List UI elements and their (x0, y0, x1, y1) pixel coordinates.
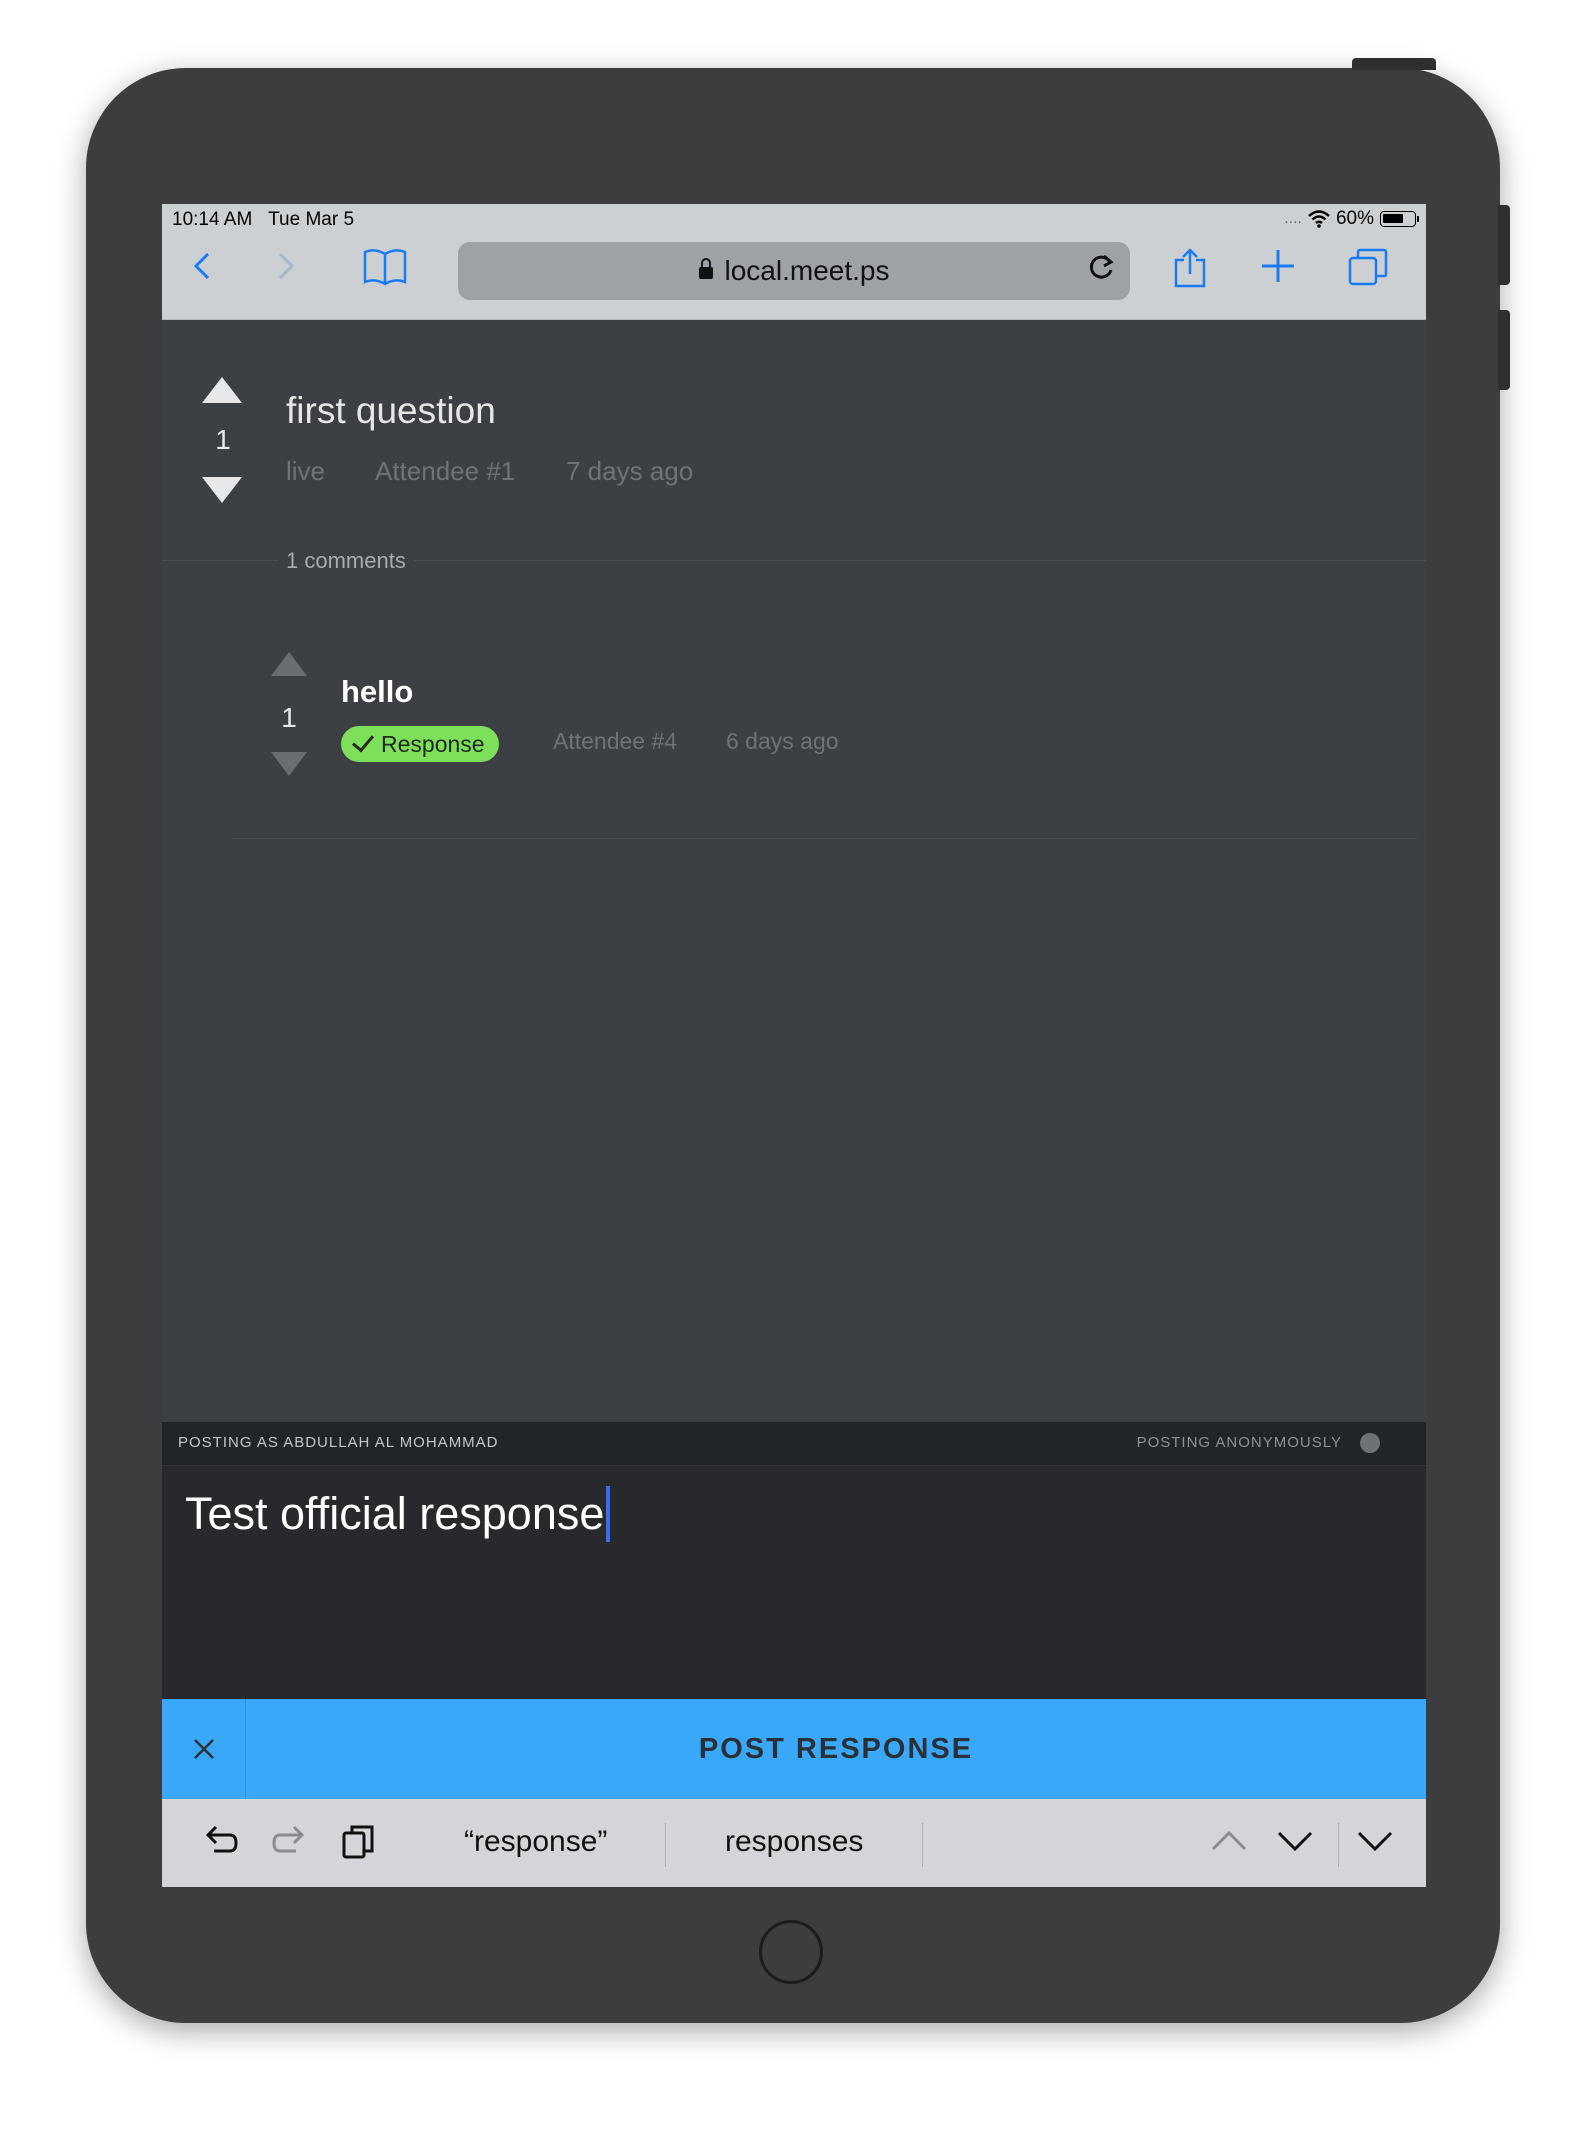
wifi-icon (1308, 210, 1330, 228)
comment-downvote-icon[interactable] (271, 752, 307, 776)
comment-divider (232, 838, 1417, 839)
volume-down-button (1498, 310, 1510, 390)
suggestion-divider-1 (665, 1823, 666, 1867)
status-right: .... 60% (1284, 208, 1419, 230)
browser-chrome: 10:14 AM Tue Mar 5 .... 60% local.meet.p… (162, 204, 1426, 320)
lock-icon (698, 258, 713, 279)
comment-title: hello (341, 674, 414, 709)
power-button (1352, 58, 1436, 70)
screen: 10:14 AM Tue Mar 5 .... 60% local.meet.p… (162, 204, 1426, 1887)
redo-icon[interactable] (270, 1821, 310, 1871)
time-text: 10:14 AM (172, 209, 253, 230)
response-text: Test official response (185, 1488, 605, 1539)
back-icon[interactable] (190, 246, 214, 298)
suggestion-1[interactable]: “response” (464, 1825, 607, 1859)
question-status: live (286, 456, 326, 486)
paste-icon[interactable] (340, 1821, 376, 1871)
question-upvote-icon[interactable] (202, 377, 242, 403)
comment-upvote-icon[interactable] (271, 652, 307, 676)
comment-author: Attendee #4 (553, 728, 678, 754)
signal-icon: .... (1284, 210, 1302, 227)
check-icon (351, 729, 375, 753)
response-textarea[interactable]: Test official response (162, 1466, 1426, 1700)
battery-percent: 60% (1335, 208, 1374, 229)
question-downvote-icon[interactable] (202, 477, 242, 503)
question-author: Attendee #1 (375, 456, 516, 486)
status-time: 10:14 AM Tue Mar 5 (172, 209, 354, 231)
reload-icon[interactable] (1086, 250, 1116, 292)
comment-time: 6 days ago (726, 728, 839, 754)
suggestion-divider-2 (922, 1823, 923, 1867)
volume-up-button (1498, 205, 1510, 285)
response-badge: Response (341, 726, 499, 762)
question-time: 7 days ago (566, 456, 694, 486)
comment-vote-count: 1 (281, 702, 297, 733)
suggestion-divider-3 (1338, 1823, 1339, 1867)
home-button[interactable] (759, 1920, 823, 1984)
response-text-wrap: Test official response (185, 1486, 611, 1542)
forward-icon[interactable] (274, 246, 298, 298)
anonymous-toggle[interactable] (1360, 1433, 1380, 1453)
url-text: local.meet.ps (724, 255, 890, 286)
date-text: Tue Mar 5 (268, 209, 355, 230)
post-response-button[interactable]: POST RESPONSE (246, 1699, 1426, 1799)
bookmarks-icon[interactable] (362, 246, 408, 300)
previous-field-icon[interactable] (1210, 1821, 1248, 1871)
question-vote-count: 1 (215, 424, 231, 455)
posting-as-label: POSTING AS ABDULLAH AL MOHAMMAD (178, 1434, 499, 1451)
composer-actions: POST RESPONSE (162, 1699, 1426, 1799)
address-bar[interactable]: local.meet.ps (458, 242, 1130, 300)
undo-icon[interactable] (200, 1821, 240, 1871)
battery-icon (1380, 211, 1419, 227)
dismiss-keyboard-icon[interactable] (1356, 1821, 1394, 1871)
close-composer-button[interactable] (162, 1699, 246, 1799)
question-title: first question (286, 390, 496, 431)
tabs-icon[interactable] (1346, 246, 1390, 300)
badge-label: Response (381, 730, 485, 757)
posting-bar: POSTING AS ABDULLAH AL MOHAMMAD POSTING … (162, 1422, 1426, 1466)
text-caret (606, 1486, 611, 1542)
next-field-icon[interactable] (1276, 1821, 1314, 1871)
close-icon (193, 1739, 214, 1759)
posting-anonymously-label: POSTING ANONYMOUSLY (1136, 1434, 1342, 1451)
comments-count[interactable]: 1 comments (278, 548, 414, 574)
suggestion-2[interactable]: responses (725, 1825, 863, 1859)
share-icon[interactable] (1172, 246, 1208, 302)
new-tab-icon[interactable] (1258, 246, 1298, 298)
keyboard-suggestions-bar: “response” responses (162, 1799, 1426, 1887)
